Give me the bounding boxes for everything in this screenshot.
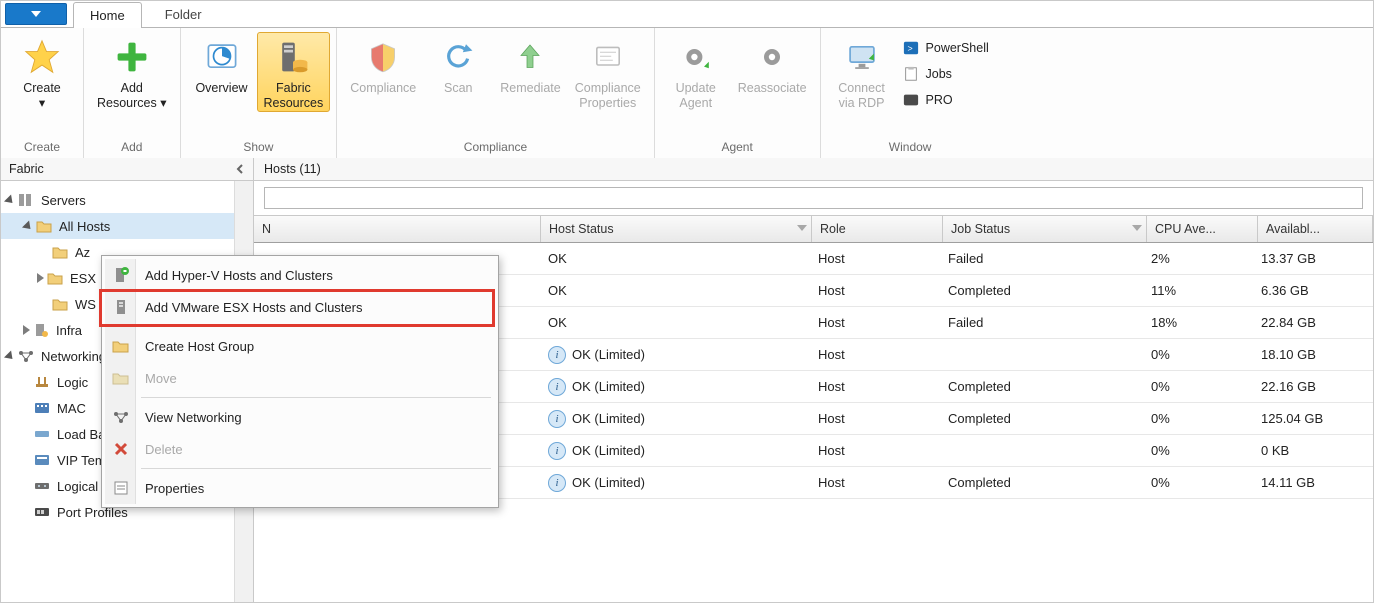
logical-network-icon [33,374,51,390]
server-icon [111,297,131,317]
pie-chart-icon [202,37,242,77]
switch-icon [33,478,51,494]
compliance-button: Compliance [343,32,423,97]
reassociate-button: Reassociate [731,32,814,97]
col-job-status[interactable]: Job Status [943,216,1147,242]
ctx-properties[interactable]: Properties [105,472,495,504]
folder-icon [35,218,53,234]
ctx-delete: Delete [105,433,495,465]
plus-icon [112,37,152,77]
info-icon: i [548,410,566,428]
nav-header: Fabric [1,158,253,181]
gear-icon [752,37,792,77]
app-window: Home Folder Create▾ Create [0,0,1374,603]
folder-icon [46,270,64,286]
chevron-down-icon [1132,223,1142,233]
col-host-status[interactable]: Host Status [541,216,812,242]
update-agent-button: UpdateAgent [661,32,731,112]
main-header: Hosts (11) [254,158,1373,181]
port-profile-icon [33,504,51,520]
ctx-move: Move [105,362,495,394]
col-available[interactable]: Availabl... [1258,216,1373,242]
tab-home[interactable]: Home [73,2,142,28]
properties-icon [111,478,131,498]
folder-move-icon [111,368,131,388]
folder-icon [51,296,69,312]
filter-input[interactable] [264,187,1363,209]
servers-icon [17,192,35,208]
arrow-up-icon [510,37,550,77]
tree-node-servers[interactable]: Servers [1,187,234,213]
server-icon [32,322,50,338]
tab-strip: Home Folder [1,1,1373,28]
jobs-button[interactable]: Jobs [897,62,994,86]
remediate-button: Remediate [493,32,567,97]
chevron-down-icon [31,11,41,17]
add-resources-button[interactable]: AddResources ▾ [90,32,174,112]
properties-window-icon [588,37,628,77]
ctx-view-networking[interactable]: View Networking [105,401,495,433]
info-icon: i [548,378,566,396]
delete-icon [111,439,131,459]
filter-bar [254,181,1373,215]
gear-up-icon [676,37,716,77]
col-name[interactable]: N [254,216,541,242]
ctx-create-host-group[interactable]: Create Host Group [105,330,495,362]
chevron-left-icon[interactable] [235,164,245,174]
svg-text:>: > [907,44,912,54]
network-icon [111,407,131,427]
ribbon-group-create: Create▾ Create [1,28,84,158]
shield-icon [363,37,403,77]
ribbon-group-compliance: Compliance Scan Remediate [337,28,654,158]
folder-icon [51,244,69,260]
tab-folder[interactable]: Folder [148,1,219,27]
col-cpu-average[interactable]: CPU Ave... [1147,216,1258,242]
powershell-button[interactable]: > PowerShell [897,36,994,60]
load-balancer-icon [33,426,51,442]
powershell-icon: > [902,39,920,57]
compliance-properties-button: ComplianceProperties [568,32,648,112]
ribbon-group-window: Connectvia RDP > PowerShell Jobs PRO [821,28,1000,158]
network-icon [17,348,35,364]
server-stack-icon [273,37,313,77]
chevron-down-icon [797,223,807,233]
col-role[interactable]: Role [812,216,943,242]
star-icon [22,37,62,77]
create-button[interactable]: Create▾ [7,32,77,112]
ribbon-group-show: Overview FabricResources Show [181,28,338,158]
connect-rdp-button: Connectvia RDP [827,32,897,112]
info-icon: i [548,474,566,492]
pro-button[interactable]: PRO [897,88,994,112]
server-add-icon [111,265,131,285]
clipboard-icon [902,65,920,83]
refresh-icon [438,37,478,77]
ribbon: Create▾ Create AddResources ▾ Add [1,28,1373,159]
mac-pool-icon [33,400,51,416]
ribbon-group-add: AddResources ▾ Add [84,28,181,158]
quick-access-menu[interactable] [5,3,67,25]
info-icon: i [548,346,566,364]
folder-add-icon [111,336,131,356]
scan-button: Scan [423,32,493,97]
monitor-icon [842,37,882,77]
ribbon-group-agent: UpdateAgent Reassociate Agent [655,28,821,158]
ctx-add-vmware[interactable]: Add VMware ESX Hosts and Clusters [105,291,495,323]
tree-node-all-hosts[interactable]: All Hosts [1,213,234,239]
fabric-resources-button[interactable]: FabricResources [257,32,331,112]
grid-header: N Host Status Role Job Status CPU Ave...… [254,215,1373,243]
context-menu: Add Hyper-V Hosts and Clusters Add VMwar… [101,255,499,508]
vip-template-icon [33,452,51,468]
overview-button[interactable]: Overview [187,32,257,97]
pro-icon [902,91,920,109]
info-icon: i [548,442,566,460]
ctx-add-hyperv[interactable]: Add Hyper-V Hosts and Clusters [105,259,495,291]
